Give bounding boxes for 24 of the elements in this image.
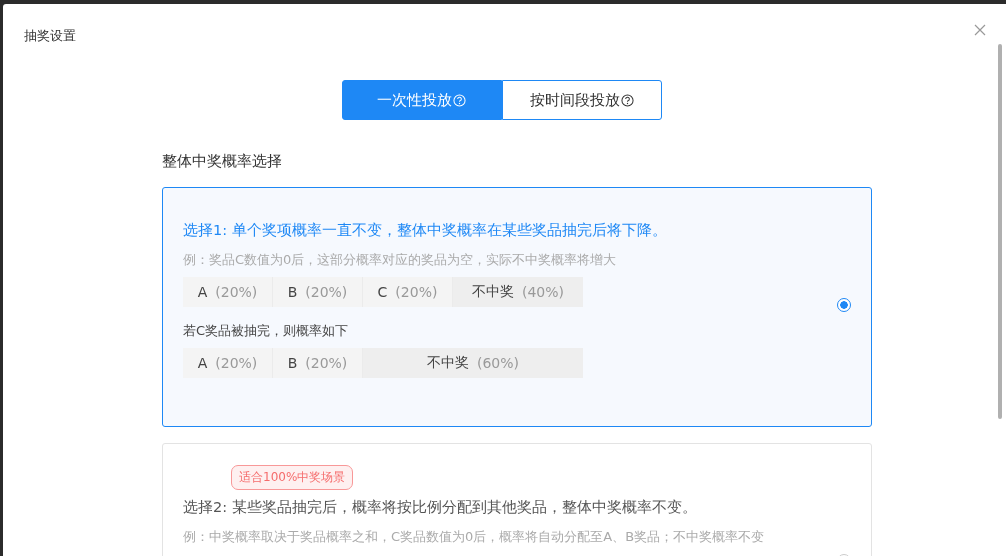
tab[interactable]: 按时间段投放 [501,80,662,120]
option-title: 选择1: 单个奖项概率一直不变，整体中奖概率在某些奖品抽完后将下降。 [183,221,668,240]
probability-segment: C (20%) [363,277,453,307]
probability-segment: A (20%) [183,348,273,378]
help-icon [620,93,634,107]
probability-segment: 不中奖 (40%) [453,277,583,307]
tab[interactable]: 一次性投放 [341,80,502,120]
option-card[interactable]: 适合100%中奖场景 选择2: 某些奖品抽完后，概率将按比例分配到其他奖品，整体中奖概率不变。 例：中奖概率取决于奖品概率之和，C奖品数值为0后，概率将自动分配至A、B奖品；不中奖概率不变 [162,443,872,556]
scrollbar[interactable] [998,44,1002,419]
dialog-title: 抽奖设置 [24,27,76,45]
probability-segment: B (20%) [273,277,363,307]
option-title: 选择2: 某些奖品抽完后，概率将按比例分配到其他奖品，整体中奖概率不变。 [183,498,698,517]
help-icon [453,93,466,107]
radio-button[interactable] [837,297,851,312]
note-text: 若C奖品被抽完，则概率如下 [183,322,350,340]
scenario-tag: 适合100%中奖场景 [231,465,354,490]
probability-segment: B (20%) [273,348,363,378]
option-card[interactable]: 选择1: 单个奖项概率一直不变，整体中奖概率在某些奖品抽完后将下降。 例：奖品C数值为0后，这部分概率对应的奖品为空，实际不中奖概率将增大 A (20%) B (20%) C (20%) 不中奖 (40%) 若C奖品被抽完，则概率如下 A (20%) B (20%) 不中奖 (60%) [162,187,872,427]
probability-segment: 不中奖 (60%) [363,348,583,378]
section-label: 整体中奖概率选择 [162,152,283,171]
example-text: 例：中奖概率取决于奖品概率之和，C奖品数值为0后，概率将自动分配至A、B奖品；不中奖概率不变 [183,528,766,546]
probability-segment: A (20%) [183,277,273,307]
example-text: 例：奖品C数值为0后，这部分概率对应的奖品为空，实际不中奖概率将增大 [183,251,618,269]
close-icon[interactable] [974,24,986,36]
